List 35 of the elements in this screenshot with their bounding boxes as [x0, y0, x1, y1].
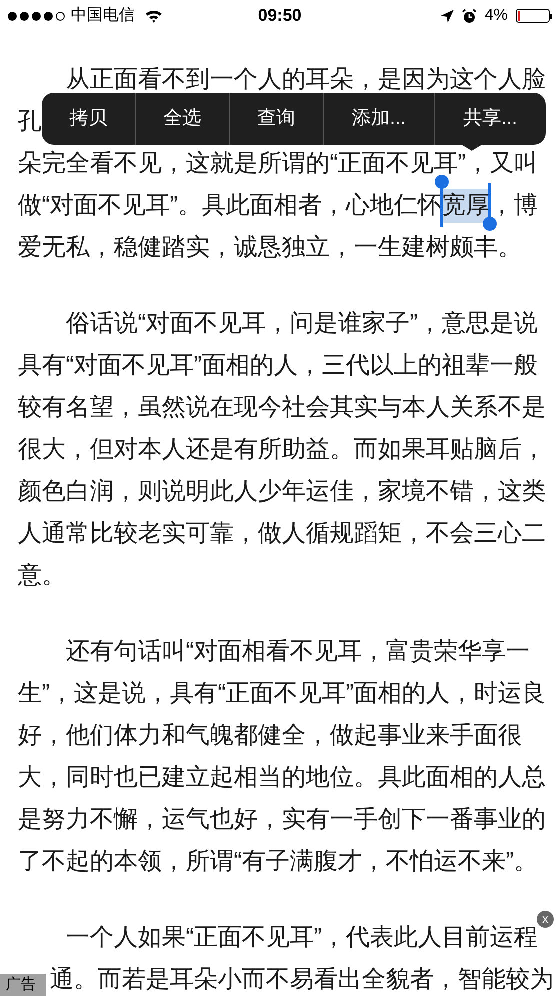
location-arrow-icon [440, 10, 454, 22]
text-line: 俗话说“对面不见耳，问是谁家子”，意思是说 [66, 311, 538, 337]
signal-icon [8, 12, 65, 20]
ad-label: 广告 [0, 974, 46, 996]
menu-item[interactable]: 全选 [135, 93, 229, 145]
menu-item[interactable]: 查询 [229, 93, 323, 145]
text-line: 孔 [18, 109, 42, 135]
wifi-icon [145, 9, 163, 23]
text-line: 做“对面不见耳”。具此面相者，心地仁怀宽厚，博 [18, 189, 538, 223]
battery-percentage: 4% [484, 6, 508, 26]
text-line: 朵完全看不见，这就是所谓的“正面不见耳”，又叫 [18, 151, 538, 177]
clock-time: 09:50 [258, 5, 302, 28]
text-line: 很大，但对本人还是有所助益。而如果耳贴脑后， [18, 437, 546, 463]
text-line: 人通常比较老实可靠，做人循规蹈矩，不会三心二 [18, 521, 546, 547]
menu-item[interactable]: 添加... [323, 93, 434, 145]
text-line: 大，同时也已建立起相当的地位。具此面相的人总 [18, 765, 546, 791]
alarm-clock-icon [462, 8, 477, 24]
text-line: 生”，这是说，具有“正面不见耳”面相的人，时运良 [18, 681, 546, 707]
text-line: 了不起的本领，所谓“有子满腹才，不怕运不来”。 [18, 849, 538, 875]
text-line: 好，他们体力和气魄都健全，做起事业来手面很 [18, 723, 522, 749]
close-button[interactable]: x [537, 911, 554, 928]
text-line: 具有“对面不见耳”面相的人，三代以上的祖辈一般 [18, 353, 538, 379]
text-line: 较有名望，虽然说在现今社会其实与本人关系不是 [18, 395, 546, 421]
text-line: 意。 [18, 563, 66, 589]
text-line: 通。而若是耳朵小而不易看出全貌者，智能较为 [50, 967, 554, 993]
menu-item[interactable]: 共享... [434, 93, 546, 145]
battery-icon [516, 9, 552, 23]
text-line: 一个人如果“正面不见耳”，代表此人目前运程 [66, 925, 538, 951]
text-line: 颜色白润，则说明此人少年运佳，家境不错，这类 [18, 479, 546, 505]
text-line: 爱无私，稳健踏实，诚恳独立，一生建树颇丰。 [18, 235, 522, 261]
text-line: 从正面看不到一个人的耳朵，是因为这个人脸 [66, 67, 546, 93]
text-line: 是努力不懈，运气也好，实有一手创下一番事业的 [18, 807, 546, 833]
menu-item[interactable]: 拷贝 [42, 93, 135, 145]
text-line: 还有句话叫“对面相看不见耳，富贵荣华享一 [66, 639, 530, 665]
carrier-name: 中国电信 [71, 6, 135, 26]
